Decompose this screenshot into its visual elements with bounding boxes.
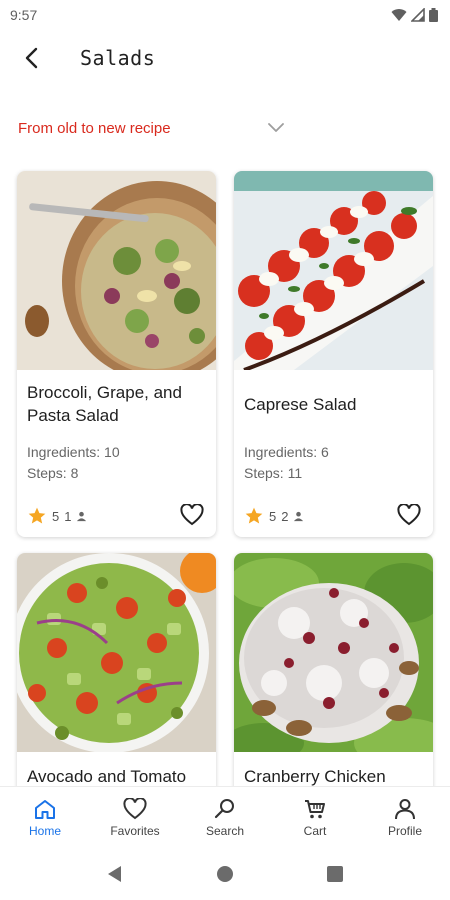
- recipe-card[interactable]: Avocado and Tomato: [17, 553, 216, 813]
- system-recents-button[interactable]: [315, 854, 355, 894]
- nav-label: Home: [28, 823, 61, 838]
- signal-icon: [411, 8, 425, 22]
- status-icons: [391, 8, 438, 22]
- recipe-steps: Steps: 11: [244, 465, 303, 481]
- rating-value: 5: [52, 508, 60, 524]
- status-time: 9:57: [10, 7, 38, 23]
- nav-label: Profile: [387, 823, 422, 838]
- recipe-image-pasta-salad: [17, 171, 216, 370]
- favorite-heart-icon[interactable]: [397, 504, 421, 526]
- cart-icon: [305, 799, 325, 818]
- nav-label: Search: [205, 823, 245, 838]
- rating-value: 5: [269, 508, 277, 524]
- person-small-icon: [294, 511, 304, 521]
- page-title: Salads: [80, 46, 156, 70]
- nav-item-favorites[interactable]: Favorites: [90, 787, 180, 848]
- nav-label: Cart: [303, 823, 327, 838]
- heart-icon: [123, 797, 147, 819]
- recipe-image-cranberry-chicken: [234, 553, 433, 752]
- back-arrow-icon: [25, 47, 38, 69]
- recipe-steps: Steps: 8: [27, 465, 79, 481]
- search-icon: [214, 798, 234, 818]
- sort-label: From old to new recipe: [18, 119, 171, 137]
- review-count: 1: [64, 508, 72, 524]
- app-bar: Salads: [0, 30, 450, 86]
- person-small-icon: [77, 511, 87, 521]
- favorite-heart-icon[interactable]: [180, 504, 204, 526]
- nav-item-home[interactable]: Home: [0, 787, 90, 848]
- recipe-title: Broccoli, Grape, and Pasta Salad: [27, 383, 182, 425]
- nav-label: Favorites: [110, 823, 160, 838]
- nav-item-search[interactable]: Search: [180, 787, 270, 848]
- recipe-title: Caprese Salad: [244, 394, 357, 414]
- recipe-grid: Broccoli, Grape, and Pasta Salad Ingredi…: [17, 171, 433, 813]
- recipe-card[interactable]: Caprese Salad Ingredients: 6 Steps: 11 5…: [234, 171, 433, 537]
- triangle-back-icon: [108, 866, 121, 882]
- recipe-rating: 5 2: [244, 506, 304, 526]
- square-recents-icon: [327, 866, 343, 882]
- recipe-ingredients: Ingredients: 6: [244, 444, 329, 460]
- recipe-rating: 5 1: [27, 506, 87, 526]
- circle-home-icon: [217, 866, 233, 882]
- star-icon: [28, 507, 46, 524]
- recipe-card[interactable]: Cranberry Chicken: [234, 553, 433, 813]
- bottom-navigation: Home Favorites Search Cart Profile: [0, 786, 450, 848]
- sort-dropdown[interactable]: From old to new recipe: [0, 108, 450, 148]
- nav-item-cart[interactable]: Cart: [270, 787, 360, 848]
- status-bar: 9:57: [0, 0, 450, 30]
- wifi-icon: [391, 9, 407, 21]
- system-navigation-bar: [0, 848, 450, 900]
- system-back-button[interactable]: [95, 854, 135, 894]
- star-icon: [245, 507, 263, 524]
- back-button[interactable]: [0, 30, 64, 86]
- chevron-down-icon: [268, 123, 284, 132]
- system-home-button[interactable]: [205, 854, 245, 894]
- nav-item-profile[interactable]: Profile: [360, 787, 450, 848]
- review-count: 2: [281, 508, 289, 524]
- recipe-image-avocado-tomato: [17, 553, 216, 752]
- battery-icon: [429, 8, 438, 22]
- recipe-image-caprese: [234, 171, 433, 370]
- home-icon: [35, 799, 55, 819]
- recipe-ingredients: Ingredients: 10: [27, 444, 120, 460]
- recipe-card[interactable]: Broccoli, Grape, and Pasta Salad Ingredi…: [17, 171, 216, 537]
- person-icon: [395, 798, 415, 819]
